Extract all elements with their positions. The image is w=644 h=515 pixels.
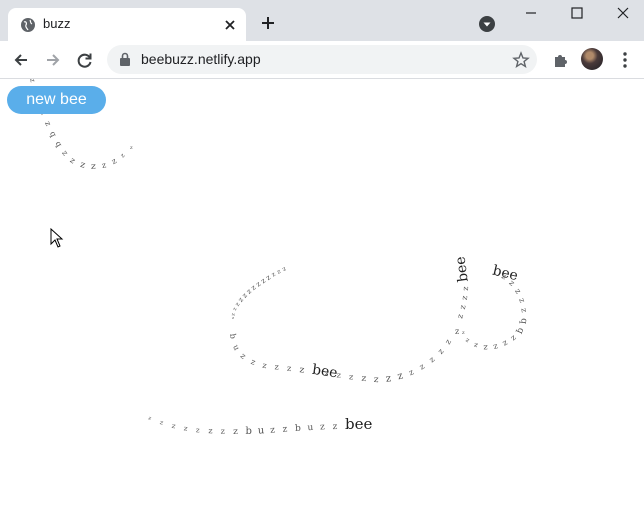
buzz-glyph: z	[271, 271, 277, 279]
buzz-glyph: b	[228, 333, 238, 339]
buzz-glyph: z	[396, 370, 404, 382]
bee-trails-canvas: zzzzzqqzzzzzzzzzzzzzzzzzzzzzzbuzzzzzzbee…	[0, 77, 644, 511]
globe-icon	[21, 18, 35, 32]
extensions-icon[interactable]	[551, 50, 571, 70]
buzz-glyph: z	[436, 347, 445, 356]
buzz-glyph: z	[509, 333, 518, 343]
buzz-glyph: q	[518, 318, 529, 325]
buzz-glyph: z	[473, 341, 479, 350]
buzz-glyph: z	[407, 367, 414, 377]
buzz-glyph: q	[514, 326, 526, 336]
buzz-glyph: b	[295, 424, 302, 434]
bee-trails-svg: zzzzzqqzzzzzzzzzzzzzzzzzzzzzzbuzzzzzzbee…	[28, 77, 529, 437]
buzz-glyph: z	[519, 308, 528, 313]
buzz-glyph: z	[249, 357, 257, 367]
close-icon[interactable]	[222, 17, 238, 33]
buzz-glyph: z	[231, 307, 238, 312]
forward-icon[interactable]	[43, 50, 63, 70]
buzz-glyph: z	[385, 373, 391, 384]
buzz-glyph: z	[443, 338, 453, 347]
back-icon[interactable]	[11, 50, 31, 70]
buzz-glyph: z	[517, 297, 527, 304]
buzz-glyph: z	[455, 313, 465, 320]
buzz-glyph: u	[307, 423, 314, 433]
buzz-glyph: q	[54, 139, 64, 148]
tab-strip: buzz	[0, 0, 644, 41]
buzz-glyph: z	[28, 79, 37, 83]
buzz-glyph: z	[464, 337, 470, 345]
buzz-glyph: z	[68, 156, 77, 166]
buzz-glyph: z	[130, 145, 133, 151]
tab-title: buzz	[43, 16, 71, 31]
window-close-icon[interactable]	[612, 4, 634, 22]
buzz-glyph: z	[221, 427, 225, 436]
more-menu-icon[interactable]	[615, 50, 635, 70]
buzz-glyph: z	[349, 372, 354, 381]
buzz-glyph: z	[110, 156, 118, 166]
mouse-cursor-icon	[50, 228, 64, 248]
buzz-glyph: z	[101, 160, 107, 170]
buzz-glyph: u	[258, 425, 266, 436]
buzz-glyph: z	[147, 415, 152, 422]
buzz-glyph: z	[493, 342, 499, 352]
buzz-glyph: z	[461, 286, 470, 291]
buzz-glyph: z	[483, 343, 487, 352]
buzz-glyph: z	[282, 425, 288, 435]
buzz-glyph: u	[231, 343, 241, 351]
buzz-glyph: z	[159, 419, 164, 427]
buzz-glyph: z	[196, 426, 201, 434]
buzz-glyph: z	[336, 370, 341, 379]
buzz-glyph: z	[208, 426, 213, 435]
bookmark-star-icon[interactable]	[512, 51, 530, 69]
buzz-glyph: q	[48, 130, 58, 139]
reload-icon[interactable]	[75, 50, 95, 70]
buzz-glyph: z	[274, 362, 279, 371]
buzz-glyph: z	[79, 160, 87, 171]
maximize-icon[interactable]	[566, 4, 588, 22]
new-tab-icon[interactable]	[258, 13, 278, 33]
minimize-icon[interactable]	[520, 4, 542, 22]
buzz-glyph: z	[287, 364, 292, 373]
buzz-glyph: z	[43, 120, 53, 127]
buzz-glyph: z	[171, 422, 177, 431]
buzz-glyph: z	[91, 162, 97, 172]
buzz-glyph: z	[60, 149, 70, 158]
buzz-glyph: bee	[453, 256, 472, 283]
buzz-glyph: b	[246, 426, 252, 437]
buzz-glyph: z	[427, 355, 436, 365]
buzz-glyph: z	[262, 361, 268, 371]
buzz-glyph: z	[462, 330, 465, 336]
buzz-glyph: z	[270, 425, 276, 435]
buzz-glyph: z	[460, 295, 470, 301]
buzz-glyph: z	[276, 268, 282, 276]
buzz-glyph: z	[281, 265, 287, 273]
buzz-glyph: z	[458, 304, 468, 310]
buzz-glyph: z	[418, 362, 426, 372]
buzz-glyph: z	[320, 422, 325, 432]
buzz-glyph: z	[299, 365, 305, 376]
buzz-glyph: z	[232, 315, 234, 320]
buzz-glyph: z	[183, 424, 188, 433]
address-bar[interactable]: beebuzz.netlify.app	[107, 45, 537, 74]
profile-avatar[interactable]	[581, 48, 603, 70]
buzz-glyph: z	[239, 351, 248, 360]
buzz-glyph: bee	[345, 415, 372, 433]
buzz-glyph: z	[332, 422, 337, 432]
new-bee-button[interactable]: new bee	[7, 86, 106, 114]
buzz-glyph: z	[361, 374, 367, 385]
buzz-glyph: z	[513, 287, 523, 295]
page-content: zzzzzqqzzzzzzzzzzzzzzzzzzzzzzbuzzzzzzbee…	[0, 77, 644, 511]
browser-toolbar: beebuzz.netlify.app	[0, 41, 644, 79]
buzz-glyph: z	[455, 327, 459, 336]
buzz-glyph: z	[119, 152, 126, 159]
buzz-glyph: z	[501, 339, 509, 349]
buzz-glyph: z	[233, 427, 238, 437]
url-text: beebuzz.netlify.app	[141, 51, 261, 67]
buzz-glyph: z	[373, 375, 379, 385]
tab-search-icon[interactable]	[478, 15, 496, 33]
browser-tab[interactable]: buzz	[8, 8, 246, 41]
lock-icon	[120, 52, 130, 66]
